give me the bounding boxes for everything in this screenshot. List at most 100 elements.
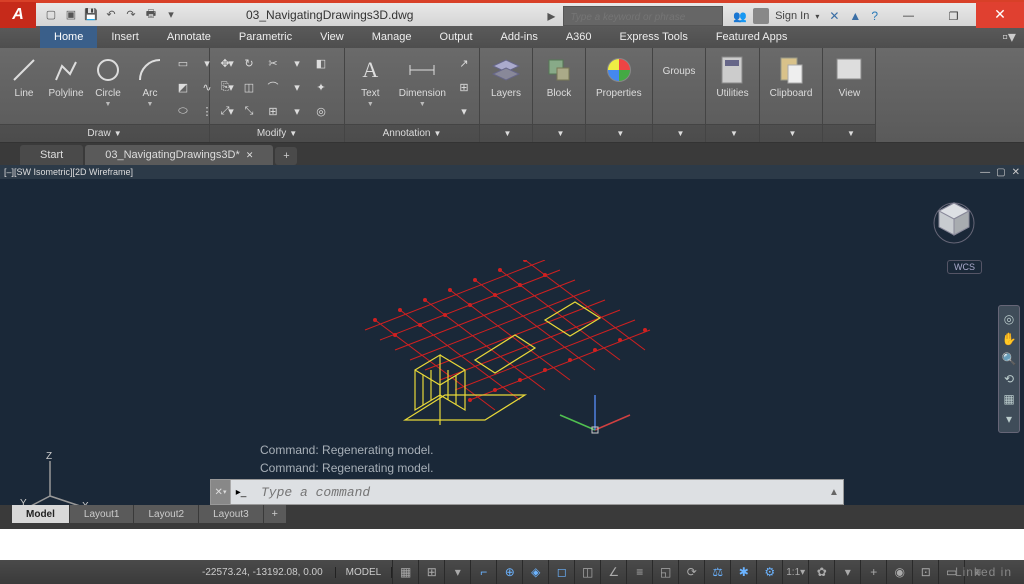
- tab-insert[interactable]: Insert: [97, 26, 153, 48]
- doc-tab-add[interactable]: +: [275, 147, 297, 165]
- monitor-icon[interactable]: +: [860, 560, 886, 584]
- cycle-icon[interactable]: ⟳: [678, 560, 704, 584]
- grid-icon[interactable]: ▦: [392, 560, 418, 584]
- space-indicator[interactable]: MODEL: [336, 567, 393, 578]
- 3dosnap-icon[interactable]: ◫: [574, 560, 600, 584]
- ribbon-options-icon[interactable]: ▫▾: [994, 26, 1024, 48]
- panel-modify-title[interactable]: Modify▼: [210, 124, 344, 142]
- layout-2[interactable]: Layout2: [134, 505, 198, 523]
- ortho-icon[interactable]: ⌐: [470, 560, 496, 584]
- array-icon[interactable]: ⊞: [262, 100, 284, 122]
- leader-icon[interactable]: ↗: [453, 52, 475, 74]
- polar-icon[interactable]: ⊕: [496, 560, 522, 584]
- circle-button[interactable]: Circle▼: [88, 52, 128, 110]
- nav-showmotion-icon[interactable]: ▦: [1001, 392, 1017, 406]
- otrack-icon[interactable]: ∠: [600, 560, 626, 584]
- infer-dd-icon[interactable]: ▾: [444, 560, 470, 584]
- line-button[interactable]: Line: [4, 52, 44, 101]
- drawing-canvas[interactable]: [–][SW Isometric][2D Wireframe] — ▢ ✕ WC…: [0, 165, 1024, 529]
- nav-zoom-icon[interactable]: 🔍: [1001, 352, 1017, 366]
- text-button[interactable]: AText▼: [349, 52, 392, 110]
- ann-dd-icon[interactable]: ▾: [453, 100, 475, 122]
- arc-button[interactable]: Arc▼: [130, 52, 170, 110]
- qat-new-icon[interactable]: ▢: [44, 8, 58, 22]
- polyline-button[interactable]: Polyline: [46, 52, 86, 101]
- viewport-controls[interactable]: [–][SW Isometric][2D Wireframe]: [4, 167, 133, 177]
- panel-annotation-title[interactable]: Annotation▼: [345, 124, 479, 142]
- doc-tab-current[interactable]: 03_NavigatingDrawings3D* ✕: [85, 145, 273, 165]
- explode-icon[interactable]: ✦: [310, 76, 332, 98]
- signin-dd-icon[interactable]: ▾: [815, 12, 819, 21]
- table-icon[interactable]: ⊞: [453, 76, 475, 98]
- groups-button[interactable]: Groups: [657, 52, 702, 79]
- layout-add[interactable]: +: [264, 505, 286, 523]
- title-dd-icon[interactable]: ▸: [547, 6, 555, 26]
- iso-icon[interactable]: ◈: [522, 560, 548, 584]
- minimize-button[interactable]: —: [886, 5, 931, 28]
- nav-orbit-icon[interactable]: ⟲: [1001, 372, 1017, 386]
- ellipse-icon[interactable]: ⬭: [172, 100, 194, 122]
- layout-model[interactable]: Model: [12, 505, 69, 523]
- tab-parametric[interactable]: Parametric: [225, 26, 306, 48]
- tab-express[interactable]: Express Tools: [606, 26, 702, 48]
- annoauto-icon[interactable]: ⚙: [756, 560, 782, 584]
- vp-min-icon[interactable]: —: [980, 167, 990, 178]
- fillet-icon[interactable]: ⌒: [262, 76, 284, 98]
- nav-pan-icon[interactable]: ✋: [1001, 332, 1017, 346]
- cmd-expand-icon[interactable]: ▲: [825, 487, 843, 498]
- tab-annotate[interactable]: Annotate: [153, 26, 225, 48]
- move-icon[interactable]: ✥: [214, 52, 236, 74]
- nav-wheel-icon[interactable]: ◎: [1001, 312, 1017, 326]
- tab-home[interactable]: Home: [40, 26, 97, 48]
- ddm3-icon[interactable]: ▾: [286, 100, 308, 122]
- wcs-label[interactable]: WCS: [947, 260, 982, 274]
- layout-3[interactable]: Layout3: [199, 505, 263, 523]
- rect-icon[interactable]: ▭: [172, 52, 194, 74]
- tab-manage[interactable]: Manage: [358, 26, 426, 48]
- qat-dropdown-icon[interactable]: ▾: [164, 8, 178, 22]
- annovis-icon[interactable]: ✱: [730, 560, 756, 584]
- panel-clipboard-dd[interactable]: ▼: [760, 124, 823, 142]
- vp-max-icon[interactable]: ▢: [996, 167, 1005, 178]
- panel-utilities-dd[interactable]: ▼: [706, 124, 758, 142]
- panel-view-dd[interactable]: ▼: [823, 124, 875, 142]
- coordinates-readout[interactable]: -22573.24, -13192.08, 0.00: [190, 567, 336, 578]
- signin-area[interactable]: 👥 Sign In ▾: [733, 8, 819, 24]
- tab-a360[interactable]: A360: [552, 26, 606, 48]
- doc-tab-start[interactable]: Start: [20, 145, 83, 165]
- layout-1[interactable]: Layout1: [70, 505, 134, 523]
- exchange-icon[interactable]: ✕: [829, 9, 839, 23]
- trim-icon[interactable]: ✂: [262, 52, 284, 74]
- copy-icon[interactable]: ⎘: [214, 76, 236, 98]
- panel-groups-dd[interactable]: ▼: [653, 124, 706, 142]
- qat-print-icon[interactable]: 🖶: [144, 8, 158, 22]
- panel-draw-title[interactable]: Draw▼: [0, 124, 209, 142]
- lineweight-icon[interactable]: ≡: [626, 560, 652, 584]
- clipboard-button[interactable]: Clipboard: [764, 52, 819, 101]
- qat-open-icon[interactable]: ▣: [64, 8, 78, 22]
- offset-icon[interactable]: ◎: [310, 100, 332, 122]
- isolate-icon[interactable]: ⊡: [912, 560, 938, 584]
- rotate-icon[interactable]: ↻: [238, 52, 260, 74]
- snap-icon[interactable]: ⊞: [418, 560, 444, 584]
- erase-icon[interactable]: ◧: [310, 52, 332, 74]
- ddm1-icon[interactable]: ▾: [286, 52, 308, 74]
- view-cube[interactable]: [929, 195, 979, 245]
- cmd-close-icon[interactable]: ✕▾: [211, 480, 231, 504]
- qat-save-icon[interactable]: 💾: [84, 8, 98, 22]
- layers-button[interactable]: Layers: [484, 52, 528, 101]
- help-icon[interactable]: ?: [871, 9, 878, 23]
- hardware-icon[interactable]: ◉: [886, 560, 912, 584]
- ddm2-icon[interactable]: ▾: [286, 76, 308, 98]
- ws-icon[interactable]: ✿: [808, 560, 834, 584]
- qat-undo-icon[interactable]: ↶: [104, 8, 118, 22]
- dimension-button[interactable]: Dimension▼: [394, 52, 451, 110]
- scale-readout[interactable]: 1:1 ▾: [782, 560, 808, 584]
- panel-block-dd[interactable]: ▼: [533, 124, 585, 142]
- a360-icon[interactable]: ▲: [849, 9, 861, 23]
- osnap-icon[interactable]: ◻: [548, 560, 574, 584]
- stretch-icon[interactable]: ⤢: [214, 100, 236, 122]
- tab-addins[interactable]: Add-ins: [487, 26, 552, 48]
- block-button[interactable]: Block: [537, 52, 581, 101]
- maximize-button[interactable]: ❐: [931, 5, 976, 28]
